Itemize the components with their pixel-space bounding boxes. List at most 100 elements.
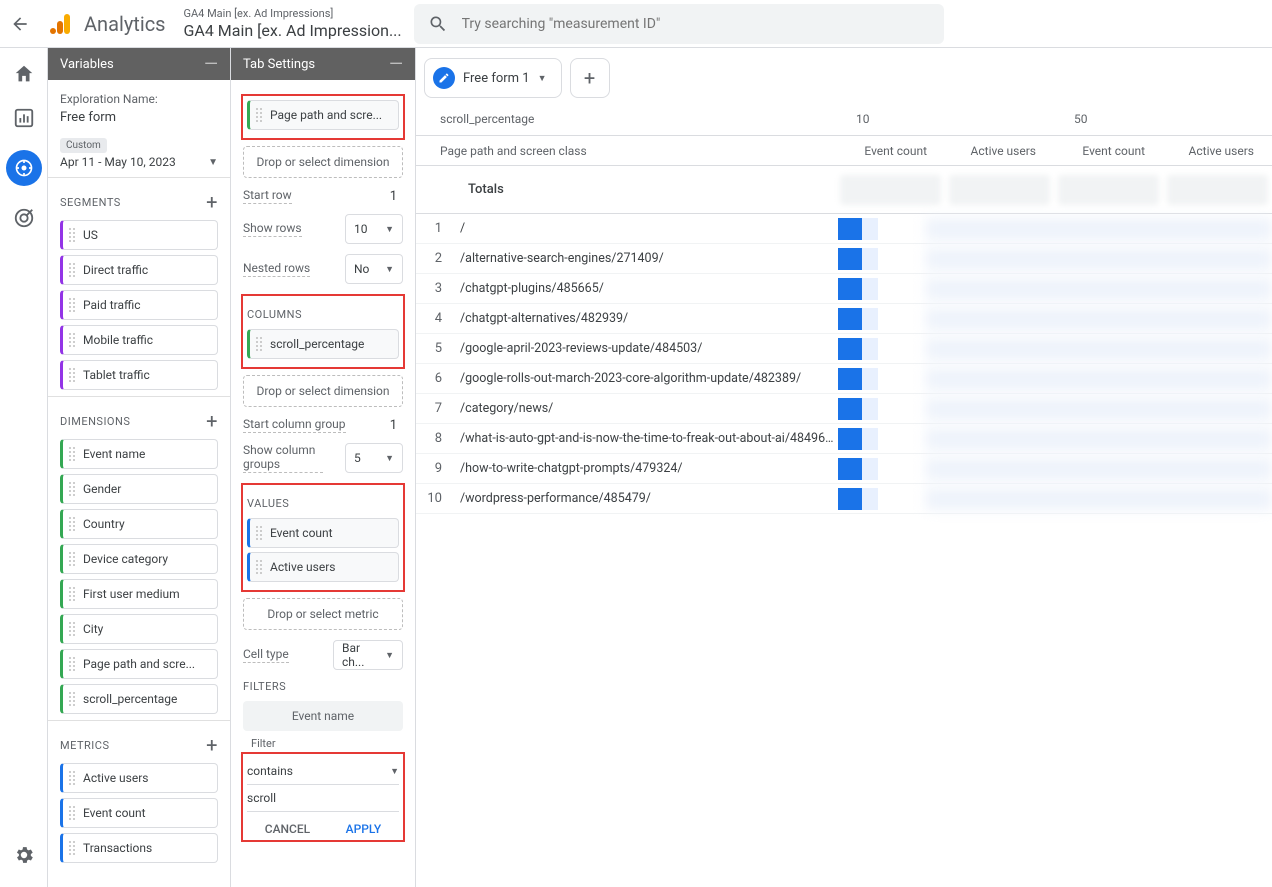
chip-direct-traffic[interactable]: Direct traffic — [60, 255, 218, 285]
metrics-label: METRICS — [60, 739, 110, 752]
chip-event-count[interactable]: Event count — [60, 798, 218, 828]
totals-label: Totals — [416, 182, 836, 197]
value-chip[interactable]: Event count — [247, 518, 399, 548]
table-row[interactable]: 6/google-rolls-out-march-2023-core-algor… — [416, 364, 1272, 394]
chip-page-path-and-scre-[interactable]: Page path and scre... — [60, 649, 218, 679]
back-arrow-icon[interactable] — [8, 12, 32, 36]
advertising-icon[interactable] — [12, 206, 36, 230]
date-preset-badge: Custom — [60, 138, 107, 153]
rows-dropzone[interactable]: Drop or select dimension — [243, 146, 403, 178]
search-box[interactable] — [414, 4, 944, 44]
minimize-tabsettings-icon[interactable]: — — [389, 54, 403, 75]
table-row[interactable]: 10/wordpress-performance/485479/ — [416, 484, 1272, 514]
show-rows-label: Show rows — [243, 221, 302, 237]
start-row-label: Start row — [243, 188, 292, 204]
value-chip[interactable]: Active users — [247, 552, 399, 582]
date-range-value: Apr 11 - May 10, 2023 — [60, 155, 176, 169]
table-row[interactable]: 1/ — [416, 214, 1272, 244]
chip-tablet-traffic[interactable]: Tablet traffic — [60, 360, 218, 390]
table-row[interactable]: 7/category/news/ — [416, 394, 1272, 424]
chip-us[interactable]: US — [60, 220, 218, 250]
exploration-canvas: Free form 1 ▼ + scroll_percentage 10 50 … — [416, 48, 1272, 887]
cell-type-label: Cell type — [243, 647, 289, 663]
columns-highlight-box: COLUMNS scroll_percentage — [241, 294, 405, 369]
segments-label: SEGMENTS — [60, 196, 121, 209]
metric-col[interactable]: Active users — [945, 144, 1054, 158]
chip-event-name[interactable]: Event name — [60, 439, 218, 469]
metric-col[interactable]: Event count — [1054, 144, 1163, 158]
search-icon — [428, 14, 448, 34]
chip-transactions[interactable]: Transactions — [60, 833, 218, 863]
values-dropzone[interactable]: Drop or select metric — [243, 598, 403, 630]
columns-chip[interactable]: scroll_percentage — [247, 329, 399, 359]
app-title: Analytics — [84, 12, 166, 36]
nested-rows-label: Nested rows — [243, 261, 310, 277]
rows-chip[interactable]: Page path and scre... — [247, 100, 399, 130]
property-name: GA4 Main [ex. Ad Impressions] — [184, 7, 402, 20]
table-row[interactable]: 4/chatgpt-alternatives/482939/ — [416, 304, 1272, 334]
metric-col[interactable]: Active users — [1163, 144, 1272, 158]
nested-rows-select[interactable]: No▼ — [345, 254, 403, 284]
cell-type-select[interactable]: Bar ch...▼ — [333, 640, 403, 670]
chip-city[interactable]: City — [60, 614, 218, 644]
add-tab-button[interactable]: + — [570, 58, 610, 98]
top-bar: Analytics GA4 Main [ex. Ad Impressions] … — [0, 0, 1272, 48]
home-icon[interactable] — [12, 62, 36, 86]
minimize-variables-icon[interactable]: — — [204, 54, 218, 75]
exploration-name-value[interactable]: Free form — [60, 110, 218, 125]
col-value-0: 10 — [836, 112, 1054, 126]
values-highlight-box: VALUES Event count Active users — [241, 483, 405, 592]
tab-menu-caret-icon[interactable]: ▼ — [538, 73, 547, 84]
caret-down-icon: ▼ — [208, 157, 218, 168]
explore-icon[interactable] — [6, 150, 42, 186]
filter-value-input[interactable]: scroll — [247, 785, 399, 812]
filter-condition-select[interactable]: contains▼ — [247, 758, 399, 785]
add-segment-icon[interactable]: + — [206, 192, 218, 212]
columns-label: COLUMNS — [247, 308, 399, 321]
tab-settings-panel: Tab Settings — Page path and scre... Dro… — [231, 48, 416, 887]
filter-cancel-button[interactable]: CANCEL — [265, 822, 310, 836]
property-selector[interactable]: GA4 Main [ex. Ad Impressions] GA4 Main [… — [184, 7, 402, 39]
add-dimension-icon[interactable]: + — [206, 411, 218, 431]
values-label: VALUES — [247, 497, 399, 510]
analytics-logo-icon — [50, 12, 74, 36]
tab-settings-title: Tab Settings — [243, 57, 315, 72]
search-input[interactable] — [462, 16, 930, 32]
add-metric-icon[interactable]: + — [206, 735, 218, 755]
table-row[interactable]: 5/google-april-2023-reviews-update/48450… — [416, 334, 1272, 364]
chip-first-user-medium[interactable]: First user medium — [60, 579, 218, 609]
start-col-value[interactable]: 1 — [390, 418, 403, 433]
exploration-tab[interactable]: Free form 1 ▼ — [424, 58, 562, 98]
filters-label: FILTERS — [243, 680, 403, 693]
show-rows-select[interactable]: 10▼ — [345, 214, 403, 244]
variables-title: Variables — [60, 57, 114, 72]
chip-device-category[interactable]: Device category — [60, 544, 218, 574]
admin-gear-icon[interactable] — [12, 843, 36, 867]
filter-dimension[interactable]: Event name — [243, 701, 403, 731]
reports-icon[interactable] — [12, 106, 36, 130]
chip-gender[interactable]: Gender — [60, 474, 218, 504]
table-row[interactable]: 9/how-to-write-chatgpt-prompts/479324/ — [416, 454, 1272, 484]
filter-apply-button[interactable]: APPLY — [346, 822, 382, 836]
date-range-selector[interactable]: Apr 11 - May 10, 2023 ▼ — [60, 155, 218, 169]
chip-paid-traffic[interactable]: Paid traffic — [60, 290, 218, 320]
table-row[interactable]: 3/chatgpt-plugins/485665/ — [416, 274, 1272, 304]
chip-country[interactable]: Country — [60, 509, 218, 539]
show-col-label: Show column groups — [243, 443, 323, 473]
chip-active-users[interactable]: Active users — [60, 763, 218, 793]
left-nav-rail — [0, 48, 48, 887]
variables-header: Variables — — [48, 48, 230, 80]
show-col-select[interactable]: 5▼ — [345, 443, 403, 473]
chip-scroll-percentage[interactable]: scroll_percentage — [60, 684, 218, 714]
results-table: scroll_percentage 10 50 Page path and sc… — [416, 102, 1272, 514]
chip-label: Page path and scre... — [270, 108, 382, 122]
metric-col[interactable]: Event count — [836, 144, 945, 158]
start-col-label: Start column group — [243, 417, 346, 433]
dimensions-label: DIMENSIONS — [60, 415, 130, 428]
columns-dropzone[interactable]: Drop or select dimension — [243, 375, 403, 407]
table-row[interactable]: 8/what-is-auto-gpt-and-is-now-the-time-t… — [416, 424, 1272, 454]
chip-mobile-traffic[interactable]: Mobile traffic — [60, 325, 218, 355]
chip-label: scroll_percentage — [270, 337, 364, 351]
start-row-value[interactable]: 1 — [390, 189, 403, 204]
table-row[interactable]: 2/alternative-search-engines/271409/ — [416, 244, 1272, 274]
